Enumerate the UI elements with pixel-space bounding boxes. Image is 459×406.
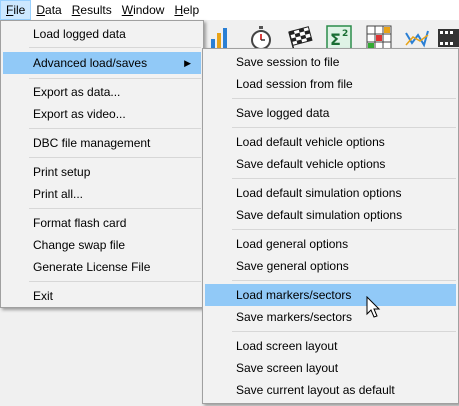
menu-item-generate-license-file[interactable]: Generate License File xyxy=(3,256,201,278)
menu-separator xyxy=(232,127,456,128)
menu-help[interactable]: Help xyxy=(169,0,204,20)
svg-text:Σ: Σ xyxy=(330,30,341,49)
menu-bar: File Data Results Window Help xyxy=(0,0,459,20)
menu-separator xyxy=(29,47,201,48)
menu-data[interactable]: Data xyxy=(31,0,66,20)
menu-item-change-swap-file[interactable]: Change swap file xyxy=(3,234,201,256)
menu-separator xyxy=(232,280,456,281)
submenu-item-save-general-options[interactable]: Save general options xyxy=(205,255,456,277)
submenu-item-save-session-to-file[interactable]: Save session to file xyxy=(205,51,456,73)
submenu-item-save-screen-layout[interactable]: Save screen layout xyxy=(205,357,456,379)
menu-separator xyxy=(232,98,456,99)
submenu-item-load-general-options[interactable]: Load general options xyxy=(205,233,456,255)
submenu-item-load-session-from-file[interactable]: Load session from file xyxy=(205,73,456,95)
submenu-item-load-markers-sectors[interactable]: Load markers/sectors xyxy=(205,284,456,306)
file-menu: Load logged data Advanced load/saves ▶ Ex… xyxy=(0,20,204,308)
mouse-cursor-icon xyxy=(366,296,381,318)
submenu-item-load-default-simulation-options[interactable]: Load default simulation options xyxy=(205,182,456,204)
submenu-item-load-screen-layout[interactable]: Load screen layout xyxy=(205,335,456,357)
submenu-item-save-logged-data[interactable]: Save logged data xyxy=(205,102,456,124)
svg-text:2: 2 xyxy=(342,29,348,39)
menu-item-export-as-data[interactable]: Export as data... xyxy=(3,81,201,103)
menu-separator xyxy=(232,331,456,332)
menu-separator xyxy=(29,208,201,209)
menu-separator xyxy=(29,281,201,282)
menu-separator xyxy=(29,128,201,129)
submenu-item-save-default-vehicle-options[interactable]: Save default vehicle options xyxy=(205,153,456,175)
menu-file[interactable]: File xyxy=(0,0,32,20)
menu-separator xyxy=(232,229,456,230)
menu-item-dbc-file-management[interactable]: DBC file management xyxy=(3,132,201,154)
chevron-right-icon: ▶ xyxy=(184,58,191,68)
menu-item-print-all[interactable]: Print all... xyxy=(3,183,201,205)
submenu-item-save-markers-sectors[interactable]: Save markers/sectors xyxy=(205,306,456,328)
menu-separator xyxy=(232,178,456,179)
submenu-item-load-default-vehicle-options[interactable]: Load default vehicle options xyxy=(205,131,456,153)
menu-window[interactable]: Window xyxy=(117,0,170,20)
menu-item-advanced-load-saves[interactable]: Advanced load/saves ▶ xyxy=(3,52,201,74)
menu-separator xyxy=(29,78,201,79)
advanced-load-saves-submenu: Save session to file Load session from f… xyxy=(202,48,459,404)
menu-separator xyxy=(29,157,201,158)
menu-item-print-setup[interactable]: Print setup xyxy=(3,161,201,183)
submenu-item-save-default-simulation-options[interactable]: Save default simulation options xyxy=(205,204,456,226)
submenu-item-save-current-layout-as-default[interactable]: Save current layout as default xyxy=(205,379,456,401)
menu-item-export-as-video[interactable]: Export as video... xyxy=(3,103,201,125)
menu-item-load-logged-data[interactable]: Load logged data xyxy=(3,23,201,45)
menu-item-format-flash-card[interactable]: Format flash card xyxy=(3,212,201,234)
menu-item-exit[interactable]: Exit xyxy=(3,285,201,307)
menu-results[interactable]: Results xyxy=(67,0,117,20)
